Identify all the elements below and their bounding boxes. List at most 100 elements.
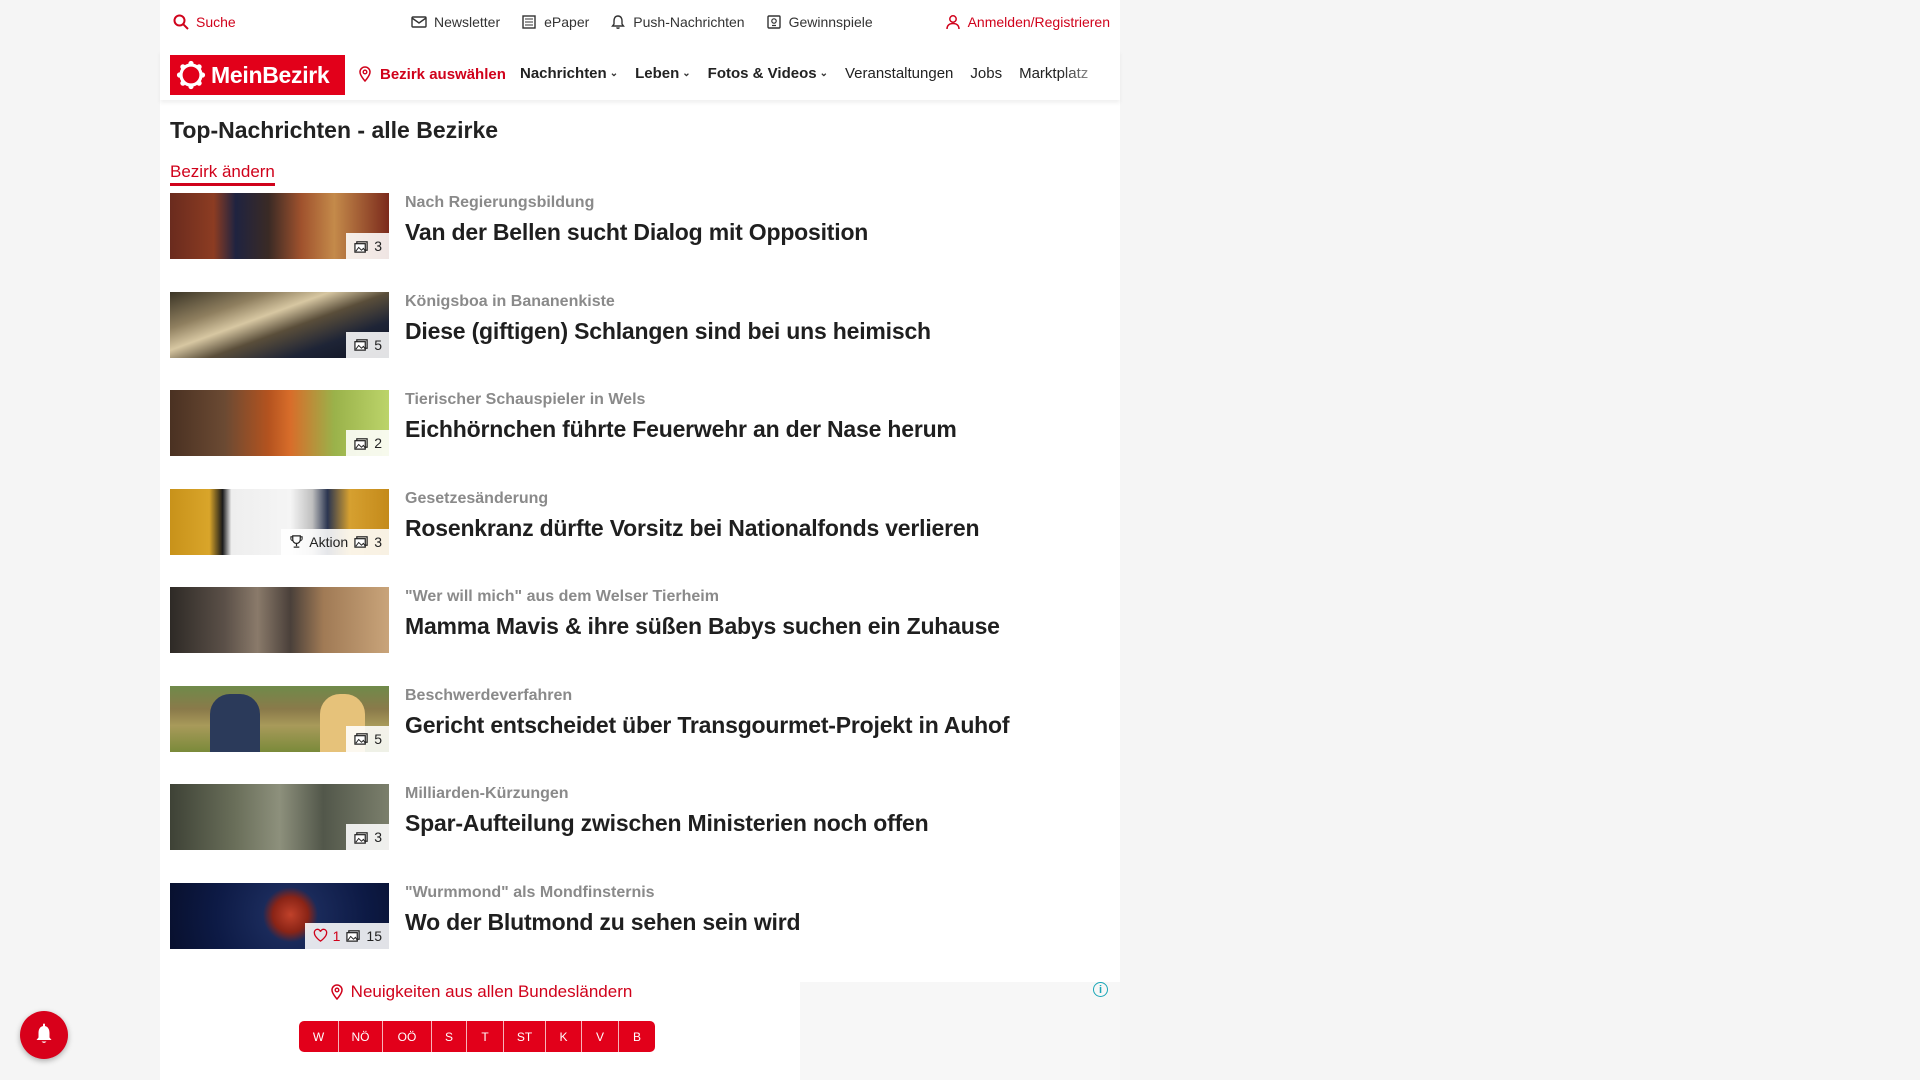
article-headline[interactable]: Diese (giftigen) Schlangen sind bei uns … [405,318,931,345]
article-headline[interactable]: Mamma Mavis & ihre süßen Babys suchen ei… [405,613,1000,640]
nav-item-jobs[interactable]: Jobs [970,65,1002,82]
article-kicker: Nach Regierungsbildung [405,194,595,211]
photo-count: 5 [354,337,382,353]
push-link[interactable]: Push-Nachrichten [609,13,745,31]
regions-link[interactable]: Neuigkeiten aus allen Bundesländern [320,982,640,1002]
article-headline[interactable]: Eichhörnchen führte Feuerwehr an der Nas… [405,416,957,443]
state-button-b[interactable]: B [619,1021,655,1052]
state-button-w[interactable]: W [299,1021,339,1052]
article-item[interactable]: 3 Milliarden-Kürzungen Spar-Aufteilung z… [170,784,1110,883]
article-headline[interactable]: Gericht entscheidet über Transgourmet-Pr… [405,712,1010,739]
nav-item-nachrichten[interactable]: Nachrichten ⌄ [520,65,618,82]
bell-icon [36,1023,52,1043]
push-notification-button[interactable] [20,1011,68,1059]
article-item[interactable]: 3 Nach Regierungsbildung Van der Bellen … [170,193,1110,292]
nav-item-veranstaltungen[interactable]: Veranstaltungen [845,65,953,82]
article-headline[interactable]: Wo der Blutmond zu sehen sein wird [405,909,801,936]
article-thumbnail[interactable]: 3 [170,784,389,850]
article-kicker: Milliarden-Kürzungen [405,785,569,802]
heart-icon [313,928,327,942]
article-thumbnail[interactable] [170,587,389,653]
gewinnspiele-label: Gewinnspiele [788,14,873,30]
aktion-badge: Aktion [289,534,348,550]
nav-item-leben[interactable]: Leben ⌄ [635,65,691,82]
article-item[interactable]: 2 Tierischer Schauspieler in Wels Eichhö… [170,390,1110,489]
article-text: Gesetzesänderung Rosenkranz dürfte Vorsi… [405,489,980,588]
article-thumbnail[interactable]: 2 [170,390,389,456]
article-thumbnail[interactable]: 1 15 [170,882,389,949]
page-container: Suche Newsletter ePaper Push-Nachrichten… [160,0,1120,1080]
article-item[interactable]: "Wer will mich" aus dem Welser Tierheim … [170,587,1110,686]
ad-info-icon[interactable]: i [1093,982,1108,997]
state-button-v[interactable]: V [582,1021,619,1052]
article-headline[interactable]: Van der Bellen sucht Dialog mit Oppositi… [405,219,868,246]
nav-menu: Nachrichten ⌄ Leben ⌄ Fotos & Videos ⌄ Vera… [520,65,1088,82]
thumbnail-badges: 5 [346,331,389,358]
article-kicker: Tierischer Schauspieler in Wels [405,391,646,408]
article-thumbnail[interactable]: 3 [170,193,389,259]
article-item[interactable]: 5 Beschwerdeverfahren Gericht entscheide… [170,685,1110,785]
state-button-st[interactable]: ST [504,1021,546,1052]
nav-label: Veranstaltungen [844,65,954,82]
user-icon [944,13,962,31]
article-kicker: "Wurmmond" als Mondfinsternis [405,883,655,901]
advertisement[interactable]: i [800,982,1120,1080]
article-text: Königsboa in Bananenkiste Diese (giftige… [405,292,931,391]
chevron-down-icon: ⌄ [819,68,828,79]
gallery-icon [354,831,368,844]
gallery-icon [354,339,368,351]
article-text: "Wurmmond" als Mondfinsternis Wo der Blu… [405,883,801,982]
location-pin-icon [356,65,374,83]
photo-count-value: 3 [374,533,382,550]
article-item[interactable]: 5 Königsboa in Bananenkiste Diese (gifti… [170,291,1110,391]
state-button-t[interactable]: T [467,1021,504,1052]
article-kicker: "Wer will mich" aus dem Welser Tierheim [405,588,719,605]
photo-count: 3 [354,534,382,550]
logo[interactable]: MeinBezirk [170,55,345,95]
utility-bar: Suche Newsletter ePaper Push-Nachrichten… [160,0,1120,46]
thumbnail-badges: 5 [346,725,389,752]
regions-label: Neuigkeiten aus allen Bundesländern [350,982,633,1001]
nav-label: Nachrichten [520,65,607,82]
gallery-icon [354,437,368,450]
article-kicker: Gesetzesänderung [405,489,549,507]
article-thumbnail[interactable]: Aktion 3 [170,488,389,555]
search-link[interactable]: Suche [172,13,236,31]
article-headline[interactable]: Rosenkranz dürfte Vorsitz bei Nationalfo… [405,515,980,542]
article-thumbnail[interactable]: 5 [170,685,389,752]
nav-label: Fotos & Videos [707,65,817,82]
state-button-ooe[interactable]: OÖ [383,1021,432,1052]
page-title: Top-Nachrichten - alle Bezirke [170,117,499,143]
article-item[interactable]: Aktion 3 Gesetzesänderung Rosenkranz dür… [170,488,1110,588]
photo-count: 3 [354,238,382,254]
article-thumbnail[interactable]: 5 [170,291,389,358]
change-bezirk-link[interactable]: Bezirk ändern [170,162,275,186]
logo-text: MeinBezirk [211,61,330,88]
article-item[interactable]: 1 15 "Wurmmond" als Mondfinsternis Wo de… [170,882,1110,982]
article-kicker: Beschwerdeverfahren [405,686,573,704]
state-selector: W NÖ OÖ S T ST K V B [299,1021,655,1052]
photo-count: 3 [354,829,382,845]
thumbnail-badges: 3 [346,233,389,259]
nav-label: Jobs [970,65,1003,82]
state-button-noe[interactable]: NÖ [339,1021,383,1052]
like-count: 1 [313,927,341,944]
bell-icon [609,13,627,31]
article-text: Nach Regierungsbildung Van der Bellen su… [405,193,868,292]
gallery-icon [354,536,368,548]
article-headline[interactable]: Spar-Aufteilung zwischen Ministerien noc… [405,810,929,837]
article-kicker: Königsboa in Bananenkiste [405,292,615,310]
state-button-k[interactable]: K [546,1021,582,1052]
login-link[interactable]: Anmelden/Registrieren [944,13,1110,31]
push-label: Push-Nachrichten [633,14,745,30]
nav-item-fotos-videos[interactable]: Fotos & Videos ⌄ [708,65,828,82]
search-icon [172,13,190,31]
chevron-down-icon: ⌄ [609,68,619,79]
photo-count: 15 [346,928,382,944]
state-button-s[interactable]: S [432,1021,467,1052]
epaper-link[interactable]: ePaper [520,13,589,31]
bezirk-select[interactable]: Bezirk auswählen [356,65,506,83]
newsletter-link[interactable]: Newsletter [410,13,500,31]
gewinnspiele-link[interactable]: Gewinnspiele [765,13,873,31]
like-count-value: 1 [332,927,341,944]
